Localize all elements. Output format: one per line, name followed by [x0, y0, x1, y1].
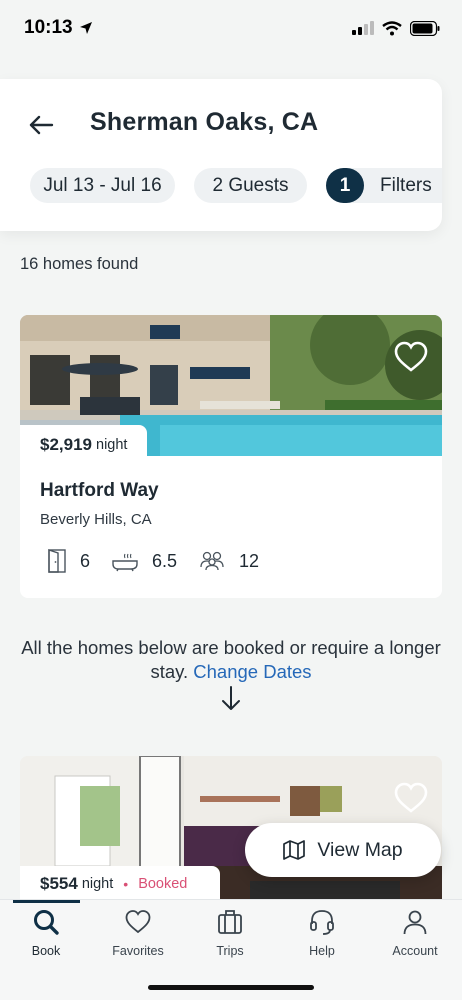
status-icons [352, 20, 440, 36]
person-icon [403, 910, 427, 935]
people-icon [200, 551, 224, 571]
headset-icon [310, 910, 334, 935]
back-button[interactable] [28, 110, 58, 140]
tab-help-label: Help [309, 944, 335, 958]
suitcase-icon [218, 910, 242, 934]
bathtub-icon [112, 553, 138, 572]
wifi-icon [382, 20, 402, 35]
results-count: 16 homes found [20, 255, 139, 273]
map-icon [283, 840, 306, 860]
tab-trips[interactable]: Trips [184, 900, 276, 970]
home-indicator [148, 985, 314, 990]
status-bar: 10:13 [0, 0, 462, 56]
listing-price: $554 [40, 874, 78, 893]
guests-chip[interactable]: 2 Guests [194, 168, 307, 203]
price-unit: night [96, 437, 128, 453]
view-map-label: View Map [317, 838, 403, 861]
tab-help[interactable]: Help [276, 900, 368, 970]
change-dates-link[interactable]: Change Dates [193, 661, 311, 682]
favorite-heart-icon[interactable] [394, 782, 428, 814]
arrow-down-icon [222, 686, 240, 710]
guests-count: 12 [239, 550, 260, 571]
tab-book-label: Book [31, 944, 61, 958]
favorite-heart-icon[interactable] [394, 341, 428, 373]
location-title[interactable]: Sherman Oaks, CA [90, 108, 318, 137]
tab-account[interactable]: Account [369, 900, 461, 970]
filter-count-badge: 1 [326, 168, 364, 203]
filters-label: Filters [380, 174, 432, 196]
tab-account-label: Account [392, 944, 438, 958]
listing-photo[interactable]: $2,919 night [20, 315, 442, 456]
tab-favorites-label: Favorites [112, 944, 164, 958]
tab-trips-label: Trips [216, 944, 244, 958]
status-time: 10:13 [24, 17, 93, 39]
bedrooms-amenity: 6 [48, 549, 90, 573]
status-time-text: 10:13 [24, 17, 73, 38]
tab-book[interactable]: Book [0, 900, 92, 970]
view-map-button[interactable]: View Map [245, 823, 441, 877]
battery-icon [410, 20, 440, 36]
guests-amenity: 12 [199, 551, 259, 572]
bathrooms-count: 6.5 [152, 550, 178, 571]
bedrooms-count: 6 [80, 550, 91, 571]
amenities-row: 6 6.5 12 [48, 549, 281, 573]
bathrooms-amenity: 6.5 [112, 550, 177, 572]
booked-status: Booked [138, 876, 188, 892]
arrow-left-icon [29, 115, 54, 135]
price-unit: night [81, 876, 114, 892]
listing-name[interactable]: Hartford Way [40, 480, 159, 502]
cellular-signal-icon [352, 21, 374, 35]
filters-chip[interactable]: 1 Filters [326, 168, 442, 203]
tab-favorites[interactable]: Favorites [92, 900, 184, 970]
heart-icon [125, 910, 151, 934]
separator-dot: • [123, 876, 129, 892]
door-icon [48, 549, 66, 573]
price-tag: $2,919 night [20, 425, 148, 456]
availability-notice: All the homes below are booked or requir… [20, 636, 442, 684]
price-tag: $554 night • Booked [20, 866, 220, 902]
search-summary-card [0, 79, 442, 231]
location-arrow-icon [79, 22, 92, 34]
listing-location: Beverly Hills, CA [40, 511, 152, 528]
dates-chip[interactable]: Jul 13 - Jul 16 [30, 168, 175, 203]
search-icon [34, 910, 59, 935]
listing-price: $2,919 [40, 435, 92, 454]
listing-card[interactable]: $2,919 night Hartford Way Beverly Hills,… [20, 315, 442, 598]
